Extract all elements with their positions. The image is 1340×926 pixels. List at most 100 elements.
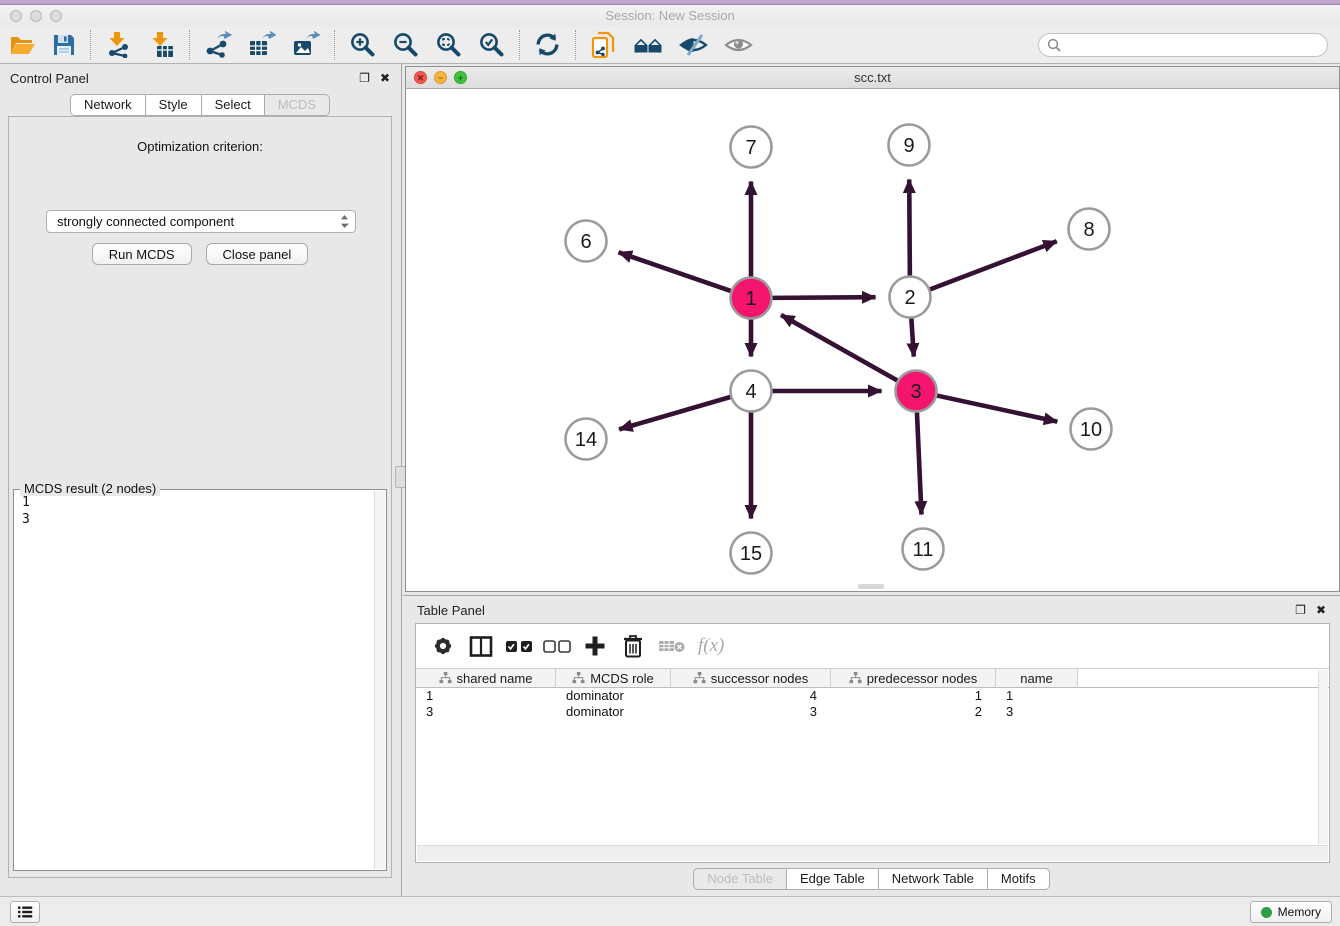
table-vertical-scrollbar[interactable]: [1318, 670, 1328, 844]
export-network-icon[interactable]: [196, 28, 240, 62]
tab-select[interactable]: Select: [202, 94, 265, 116]
tab-mcds[interactable]: MCDS: [265, 94, 330, 116]
import-table-icon[interactable]: [140, 28, 183, 62]
graph-edge-2-8[interactable]: [930, 241, 1057, 289]
criterion-select[interactable]: strongly connected component: [46, 210, 356, 233]
cell-mcds_role[interactable]: dominator: [556, 704, 671, 720]
graph-edge-3-10[interactable]: [937, 396, 1057, 422]
network-canvas[interactable]: 7968124314101511: [406, 89, 1339, 591]
column-header-shared-name[interactable]: shared name: [416, 669, 556, 688]
zoom-fit-icon[interactable]: [427, 28, 470, 62]
column-header-name[interactable]: name: [996, 669, 1078, 688]
graph-node-label-8: 8: [1083, 219, 1094, 241]
graph-edge-1-6[interactable]: [619, 252, 731, 291]
graph-node-label-6: 6: [580, 231, 591, 253]
float-panel-icon[interactable]: ❐: [359, 71, 370, 85]
column-header-predecessor-nodes[interactable]: predecessor nodes: [831, 669, 996, 688]
column-header-successor-nodes[interactable]: successor nodes: [671, 669, 831, 688]
table-row[interactable]: 3dominator323: [416, 704, 1329, 720]
network-window-title: scc.txt: [406, 70, 1339, 85]
cell-shared_name[interactable]: 1: [416, 688, 556, 704]
memory-button[interactable]: Memory: [1250, 901, 1332, 923]
graph-edge-3-1[interactable]: [781, 315, 897, 381]
status-bar: Memory: [0, 896, 1340, 926]
sort-tree-icon: [693, 672, 706, 684]
close-panel-icon[interactable]: ✖: [380, 71, 390, 85]
tab-network-table[interactable]: Network Table: [879, 868, 988, 890]
table-panel-titlebar: Table Panel ❐ ✖: [403, 596, 1340, 624]
network-scroll-thumb[interactable]: [858, 584, 884, 589]
close-panel-button[interactable]: Close panel: [206, 243, 309, 265]
zoom-in-icon[interactable]: [341, 28, 384, 62]
deselect-all-checkboxes-icon[interactable]: [540, 628, 574, 664]
table-row[interactable]: 1dominator411: [416, 688, 1329, 704]
column-header-MCDS-role[interactable]: MCDS role: [556, 669, 671, 688]
toolbar-separator: [334, 30, 335, 60]
cell-successor_nodes[interactable]: 4: [671, 688, 831, 704]
graph-node-label-14: 14: [575, 429, 597, 451]
graph-edge-2-9[interactable]: [909, 179, 910, 275]
cell-successor_nodes[interactable]: 3: [671, 704, 831, 720]
control-panel-title: Control Panel: [10, 71, 89, 86]
open-session-icon[interactable]: [0, 28, 44, 62]
save-session-icon[interactable]: [44, 28, 84, 62]
graph-node-label-15: 15: [740, 543, 762, 565]
eye-slash-icon[interactable]: [671, 28, 716, 62]
network-view-window[interactable]: ✕ − + scc.txt 7968124314101511: [405, 66, 1340, 592]
tab-network[interactable]: Network: [70, 94, 146, 116]
sort-tree-icon: [849, 672, 862, 684]
homes-icon[interactable]: [625, 28, 671, 62]
table-body: 1dominator4113dominator323: [416, 688, 1329, 720]
search-field[interactable]: [1038, 33, 1328, 57]
network-window-titlebar[interactable]: ✕ − + scc.txt: [406, 67, 1339, 89]
sort-tree-icon: [572, 672, 585, 684]
search-input[interactable]: [1066, 38, 1327, 53]
tab-node-table[interactable]: Node Table: [693, 868, 787, 890]
delete-table-icon-disabled: [654, 628, 688, 664]
table-panel-title: Table Panel: [417, 603, 485, 618]
cell-name[interactable]: 1: [996, 688, 1078, 704]
tab-style[interactable]: Style: [146, 94, 202, 116]
zoom-selected-icon[interactable]: [470, 28, 513, 62]
import-network-icon[interactable]: [97, 28, 140, 62]
mcds-result-scrollbar[interactable]: [374, 491, 385, 869]
graph-edge-4-14[interactable]: [619, 397, 730, 429]
cell-mcds_role[interactable]: dominator: [556, 688, 671, 704]
table-close-panel-icon[interactable]: ✖: [1316, 603, 1326, 617]
add-row-icon[interactable]: [578, 628, 612, 664]
export-image-icon[interactable]: [284, 28, 328, 62]
graph-edge-3-11[interactable]: [917, 412, 922, 514]
graph-edge-1-2[interactable]: [772, 297, 875, 298]
cell-shared_name[interactable]: 3: [416, 704, 556, 720]
table-settings-gear-icon[interactable]: [426, 628, 460, 664]
eye-icon[interactable]: [716, 28, 761, 62]
copy-network-icon[interactable]: [582, 28, 625, 62]
show-column-icon[interactable]: [464, 628, 498, 664]
table-horizontal-scrollbar[interactable]: [417, 845, 1328, 861]
tab-edge-table[interactable]: Edge Table: [787, 868, 879, 890]
memory-button-label: Memory: [1278, 905, 1321, 919]
cell-filler: [1078, 704, 1329, 720]
export-table-icon[interactable]: [240, 28, 284, 62]
cell-predecessor_nodes[interactable]: 2: [831, 704, 996, 720]
select-all-checkboxes-icon[interactable]: [502, 628, 536, 664]
refresh-icon[interactable]: [526, 28, 569, 62]
graph-node-label-7: 7: [745, 137, 756, 159]
tab-motifs[interactable]: Motifs: [988, 868, 1050, 890]
cell-predecessor_nodes[interactable]: 1: [831, 688, 996, 704]
task-history-button[interactable]: [10, 901, 40, 923]
mcds-result-text[interactable]: 1 3: [16, 494, 372, 868]
delete-row-icon[interactable]: [616, 628, 650, 664]
graph-node-label-10: 10: [1080, 419, 1102, 441]
zoom-out-icon[interactable]: [384, 28, 427, 62]
network-graph[interactable]: 7968124314101511: [406, 89, 1339, 591]
table-header-row: shared nameMCDS rolesuccessor nodesprede…: [416, 668, 1329, 688]
table-float-panel-icon[interactable]: ❐: [1295, 603, 1306, 617]
cell-name[interactable]: 3: [996, 704, 1078, 720]
graph-node-label-1: 1: [745, 288, 756, 310]
application-window: Session: New Session: [0, 0, 1340, 926]
graph-edge-2-3[interactable]: [911, 318, 913, 356]
title-bar[interactable]: Session: New Session: [0, 5, 1340, 26]
window-title: Session: New Session: [0, 8, 1340, 23]
run-mcds-button[interactable]: Run MCDS: [92, 243, 192, 265]
